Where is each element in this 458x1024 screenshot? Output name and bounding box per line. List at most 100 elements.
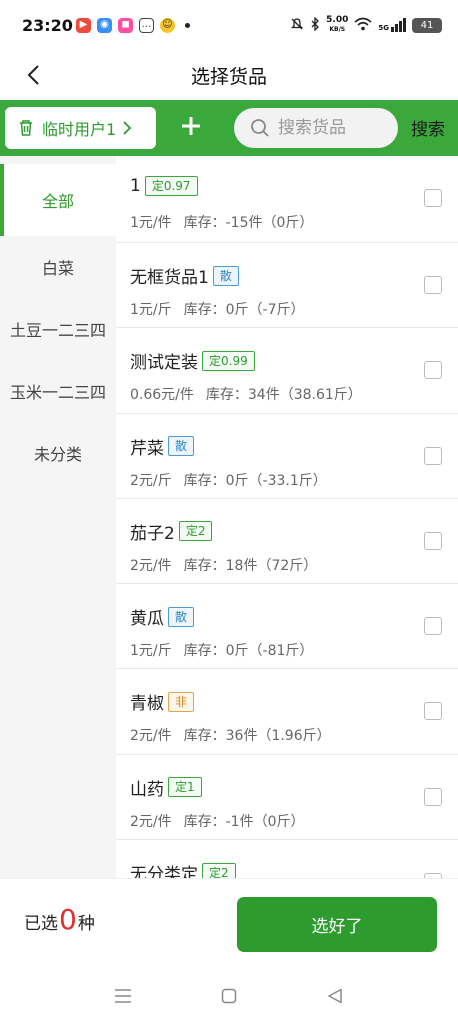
item-name: 山药 — [130, 779, 164, 800]
item-tag: 散 — [168, 606, 195, 627]
list-item[interactable]: 青椒非 2元/件 库存：36件（1.96斤） — [116, 669, 458, 755]
status-right: 5.00 KB/S 5G 41 — [290, 16, 442, 34]
category-item-potato[interactable]: 土豆一二三四 — [0, 298, 116, 360]
item-name: 1 — [130, 176, 141, 196]
category-item-all[interactable]: 全部 — [0, 164, 116, 236]
item-stock: 库存：-1件（0斤） — [183, 813, 305, 830]
category-label: 土豆一二三四 — [9, 321, 106, 340]
item-checkbox[interactable] — [424, 787, 442, 806]
net-speed-unit: KB/S — [329, 26, 346, 33]
item-name: 黄瓜 — [130, 609, 164, 630]
list-item[interactable]: 芹菜散 2元/斤 库存：0斤（-33.1斤） — [116, 414, 458, 499]
signal-icon: 5G — [378, 18, 406, 32]
item-stock: 库存：0斤（-33.1斤） — [183, 472, 327, 489]
search-button[interactable]: 搜索 — [411, 115, 445, 140]
item-price: 0.66元/件 — [130, 387, 194, 404]
item-title: 无分类定 定2 — [130, 860, 236, 878]
done-button[interactable]: 选好了 — [237, 897, 437, 952]
item-name: 茄子2 — [130, 523, 175, 544]
category-sidebar: 全部 白菜 土豆一二三四 玉米一二三四 未分类 — [0, 156, 116, 878]
selected-prefix: 已选 — [24, 914, 58, 934]
add-button[interactable] — [175, 110, 207, 142]
chevron-left-icon — [27, 65, 39, 85]
battery-level: 41 — [420, 19, 434, 31]
customer-select-button[interactable]: 临时用户1 — [5, 107, 156, 149]
item-details: 1元/斤 库存：0斤（-81斤） — [130, 640, 313, 660]
list-item[interactable]: 测试定装 定0.99 0.66元/件 库存：34件（38.61斤） — [116, 328, 458, 414]
search-input[interactable] — [278, 118, 388, 138]
item-price: 1元/件 — [130, 215, 172, 231]
bluetooth-icon — [310, 15, 320, 34]
item-checkbox[interactable] — [424, 446, 442, 465]
category-label: 未分类 — [33, 445, 82, 464]
item-price: 1元/斤 — [130, 643, 172, 660]
wifi-icon — [354, 17, 372, 34]
list-item[interactable]: 山药 定1 2元/件 库存：-1件（0斤） — [116, 755, 458, 841]
category-item-corn[interactable]: 玉米一二三四 — [0, 360, 116, 422]
system-back-button[interactable] — [320, 981, 350, 1011]
chevron-right-icon — [123, 121, 132, 135]
item-stock: 库存：18件（72斤） — [183, 557, 318, 574]
item-tag: 定2 — [178, 521, 213, 542]
category-item-uncategorized[interactable]: 未分类 — [0, 422, 116, 484]
item-stock: 库存：0斤（-7斤） — [183, 302, 305, 318]
list-item[interactable]: 茄子2 定2 2元/件 库存：18件（72斤） — [116, 499, 458, 585]
item-stock: 库存：36件（1.96斤） — [183, 728, 331, 745]
item-checkbox[interactable] — [424, 531, 442, 550]
item-checkbox[interactable] — [424, 276, 442, 294]
item-price: 2元/件 — [130, 813, 172, 830]
search-icon — [251, 119, 269, 137]
menu-button[interactable] — [108, 981, 138, 1011]
system-nav-bar — [0, 968, 458, 1024]
category-item-cabbage[interactable]: 白菜 — [0, 236, 116, 298]
item-title: 山药 定1 — [130, 775, 202, 800]
bottom-bar: 已选 0 种 选好了 — [0, 878, 458, 968]
mute-icon — [290, 17, 304, 34]
page-title: 选择货品 — [190, 65, 267, 88]
item-checkbox[interactable] — [424, 361, 442, 380]
item-title: 黄瓜散 — [130, 604, 195, 630]
item-checkbox[interactable] — [424, 189, 442, 207]
item-details: 2元/斤 库存：0斤（-33.1斤） — [130, 470, 327, 490]
category-label: 玉米一二三四 — [9, 383, 106, 402]
item-tag: 定0.97 — [144, 176, 198, 196]
network-type: 5G — [378, 24, 389, 32]
item-tag: 定0.99 — [202, 350, 255, 371]
item-details: 2元/件 库存：36件（1.96斤） — [130, 725, 331, 745]
status-time: 23:20 — [22, 15, 73, 35]
notification-dot-icon — [185, 22, 190, 28]
item-title: 测试定装 定0.99 — [130, 348, 255, 373]
item-title: 无框货品1 散 — [130, 263, 239, 288]
selected-count: 已选 0 种 — [24, 903, 95, 936]
toolbar: 临时用户1 搜索 — [0, 100, 458, 156]
plus-icon — [182, 117, 200, 135]
battery-icon: 41 — [412, 17, 442, 33]
chat-app-icon: ◉ — [97, 17, 112, 33]
item-tag: 散 — [168, 436, 195, 457]
item-name: 测试定装 — [130, 353, 198, 374]
item-tag: 定2 — [202, 862, 236, 878]
goods-list: 1 定0.97 1元/件 库存：-15件（0斤） 无框货品1 散 1元/斤 库存：0斤（… — [116, 156, 458, 878]
item-price: 1元/斤 — [130, 302, 172, 318]
item-price: 2元/件 — [130, 557, 172, 574]
list-item[interactable]: 1 定0.97 1元/件 库存：-15件（0斤） — [116, 156, 458, 243]
item-stock: 库存：0斤（-81斤） — [183, 643, 314, 660]
nav-bar: 选择货品 — [0, 50, 458, 100]
item-tag: 散 — [212, 265, 239, 286]
category-label: 白菜 — [41, 259, 74, 278]
message-app-icon: … — [139, 17, 154, 33]
back-button[interactable] — [18, 60, 48, 90]
list-item[interactable]: 无分类定 定2 — [116, 840, 458, 878]
item-details: 2元/件 库存：-1件（0斤） — [130, 811, 305, 831]
home-button[interactable] — [214, 981, 244, 1011]
item-title: 青椒非 — [130, 689, 195, 714]
item-price: 2元/件 — [130, 728, 172, 745]
app-root: 23:20 ▶ ◉ ◼ … ☺ 5.00 KB/S 5G 41 选择货品 临时用… — [0, 0, 458, 1024]
item-name: 芹菜 — [130, 438, 164, 459]
video-app-icon: ▶ — [76, 17, 91, 33]
item-checkbox[interactable] — [424, 702, 442, 721]
list-item[interactable]: 无框货品1 散 1元/斤 库存：0斤（-7斤） — [116, 243, 458, 329]
list-item[interactable]: 黄瓜散 1元/斤 库存：0斤（-81斤） — [116, 584, 458, 670]
item-stock: 库存：-15件（0斤） — [183, 215, 314, 231]
item-checkbox[interactable] — [424, 617, 442, 636]
